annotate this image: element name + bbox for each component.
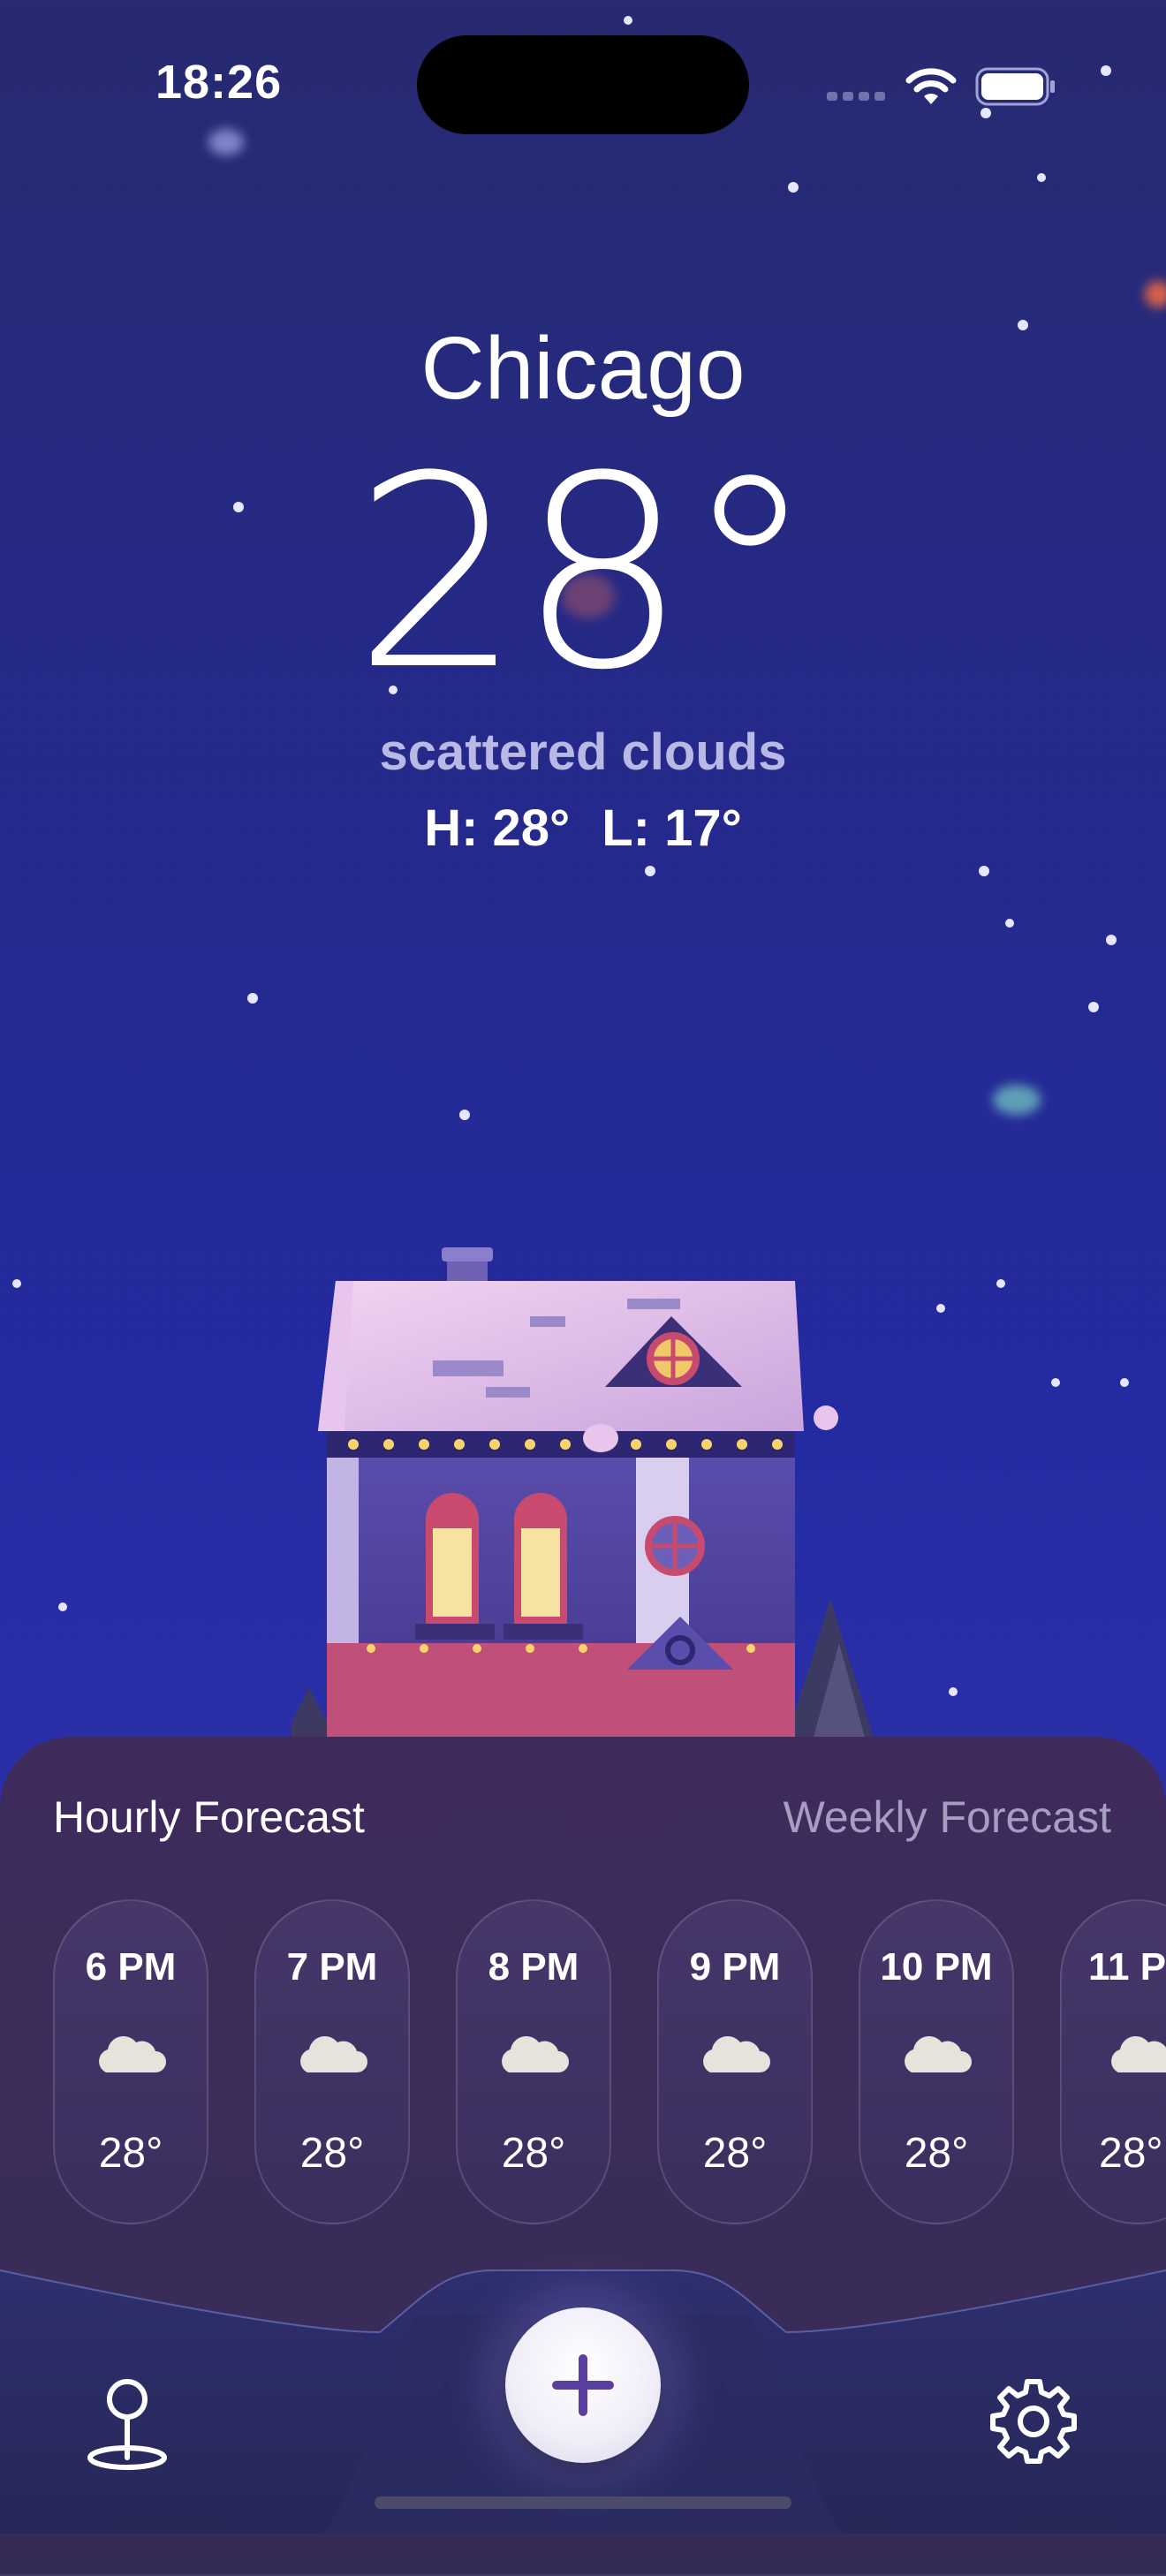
cellular-signal-icon: [827, 92, 885, 101]
forecast-temp: 28°: [98, 2130, 163, 2177]
gear-icon[interactable]: [989, 2376, 1078, 2465]
cloud-icon: [99, 2035, 166, 2072]
status-time: 18:26: [155, 56, 283, 109]
forecast-temp: 28°: [904, 2130, 969, 2177]
house-illustration: [292, 1247, 874, 1740]
forecast-hour: 10 PM: [880, 1945, 993, 1989]
forecast-hour: 7 PM: [286, 1945, 378, 1989]
forecast-hour: 6 PM: [85, 1945, 177, 1989]
map-pin-icon[interactable]: [85, 2376, 170, 2470]
tab-weekly-forecast[interactable]: Weekly Forecast: [784, 1792, 1111, 1843]
low-temperature: L: 17°: [602, 799, 742, 857]
high-temperature: H: 28°: [424, 799, 571, 857]
home-indicator: [375, 2496, 791, 2509]
forecast-temp: 28°: [1099, 2130, 1163, 2177]
cloud-icon: [905, 2035, 972, 2072]
forecast-hour: 9 PM: [689, 1945, 781, 1989]
forecast-hour: 8 PM: [488, 1945, 579, 1989]
add-location-button[interactable]: [505, 2307, 661, 2463]
dynamic-island: [417, 35, 749, 134]
city-name: Chicago: [420, 319, 746, 418]
forecast-temp: 28°: [299, 2130, 365, 2177]
cloud-icon: [1111, 2036, 1166, 2072]
cloud-icon: [703, 2035, 770, 2072]
tab-hourly-forecast[interactable]: Hourly Forecast: [53, 1792, 365, 1843]
forecast-temp: 28°: [702, 2130, 768, 2177]
cloud-icon: [300, 2035, 367, 2072]
cloud-icon: [502, 2035, 569, 2072]
forecast-temp: 28°: [501, 2130, 566, 2177]
plus-icon: [552, 2354, 614, 2416]
hourly-forecast-item[interactable]: 6 PM 28°: [53, 1899, 208, 2224]
high-low-temperature: H: 28° L: 17°: [0, 799, 1166, 858]
wifi-icon: [905, 68, 957, 104]
battery-icon: [975, 67, 1055, 106]
hourly-forecast-item[interactable]: 8 PM 28°: [456, 1899, 611, 2224]
hourly-forecast-item[interactable]: 11 PM 28°: [1060, 1899, 1166, 2224]
hourly-forecast-item[interactable]: 10 PM 28°: [859, 1899, 1014, 2224]
forecast-hour: 11 PM: [1088, 1945, 1166, 1989]
current-temperature: 28°: [353, 420, 816, 728]
hourly-forecast-item[interactable]: 7 PM 28°: [254, 1899, 410, 2224]
hourly-forecast-item[interactable]: 9 PM 28°: [657, 1899, 813, 2224]
weather-condition: scattered clouds: [379, 724, 787, 781]
